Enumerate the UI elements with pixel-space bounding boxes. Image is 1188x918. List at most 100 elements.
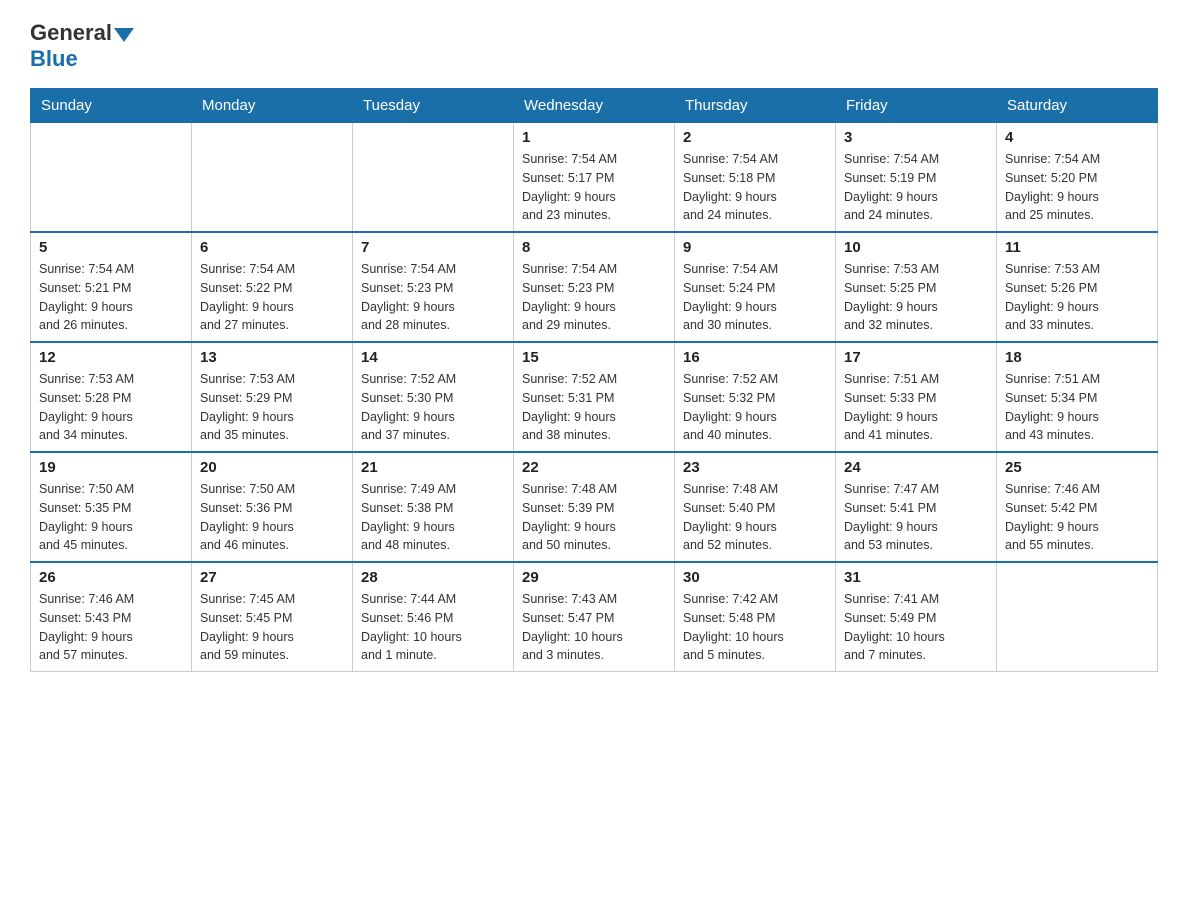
day-sun-info: Sunrise: 7:53 AMSunset: 5:26 PMDaylight:… bbox=[1005, 260, 1149, 335]
calendar-day-27: 27 Sunrise: 7:45 AMSunset: 5:45 PMDayligh… bbox=[192, 562, 353, 672]
calendar-week-row: 12Sunrise: 7:53 AMSunset: 5:28 PMDayligh… bbox=[31, 342, 1158, 452]
day-number: 31 bbox=[844, 569, 988, 586]
day-sun-info: Sunrise: 7:42 AMSunset: 5:48 PMDaylight:… bbox=[683, 590, 827, 665]
day-of-week-tuesday: Tuesday bbox=[353, 89, 514, 123]
day-number: 20 bbox=[200, 459, 344, 476]
calendar-week-row: 26 Sunrise: 7:46 AMSunset: 5:43 PMDayligh… bbox=[31, 562, 1158, 672]
calendar-day-26: 26 Sunrise: 7:46 AMSunset: 5:43 PMDayligh… bbox=[31, 562, 192, 672]
day-sun-info: Sunrise: 7:53 AMSunset: 5:29 PMDaylight:… bbox=[200, 370, 344, 445]
day-number: 14 bbox=[361, 349, 505, 366]
calendar-empty-cell bbox=[31, 123, 192, 233]
day-sun-info: Sunrise: 7:54 AMSunset: 5:20 PMDaylight:… bbox=[1005, 150, 1149, 225]
calendar-day-17: 17Sunrise: 7:51 AMSunset: 5:33 PMDayligh… bbox=[836, 342, 997, 452]
logo: General Blue bbox=[30, 20, 134, 72]
day-number: 21 bbox=[361, 459, 505, 476]
calendar-empty-cell bbox=[353, 123, 514, 233]
calendar-day-29: 29 Sunrise: 7:43 AMSunset: 5:47 PMDayligh… bbox=[514, 562, 675, 672]
day-of-week-wednesday: Wednesday bbox=[514, 89, 675, 123]
day-of-week-monday: Monday bbox=[192, 89, 353, 123]
day-sun-info: Sunrise: 7:52 AMSunset: 5:31 PMDaylight:… bbox=[522, 370, 666, 445]
day-sun-info: Sunrise: 7:52 AMSunset: 5:32 PMDaylight:… bbox=[683, 370, 827, 445]
calendar-week-row: 5Sunrise: 7:54 AMSunset: 5:21 PMDaylight… bbox=[31, 232, 1158, 342]
calendar-day-12: 12Sunrise: 7:53 AMSunset: 5:28 PMDayligh… bbox=[31, 342, 192, 452]
day-number: 25 bbox=[1005, 459, 1149, 476]
day-sun-info: Sunrise: 7:48 AMSunset: 5:40 PMDaylight:… bbox=[683, 480, 827, 555]
day-sun-info: Sunrise: 7:54 AMSunset: 5:22 PMDaylight:… bbox=[200, 260, 344, 335]
day-number: 9 bbox=[683, 239, 827, 256]
day-number: 17 bbox=[844, 349, 988, 366]
calendar-day-1: 1Sunrise: 7:54 AMSunset: 5:17 PMDaylight… bbox=[514, 123, 675, 233]
day-number: 24 bbox=[844, 459, 988, 476]
calendar-empty-cell bbox=[192, 123, 353, 233]
calendar-day-25: 25 Sunrise: 7:46 AMSunset: 5:42 PMDayligh… bbox=[997, 452, 1158, 562]
day-of-week-sunday: Sunday bbox=[31, 89, 192, 123]
day-of-week-friday: Friday bbox=[836, 89, 997, 123]
day-sun-info: Sunrise: 7:50 AMSunset: 5:35 PMDaylight:… bbox=[39, 480, 183, 555]
calendar-day-7: 7 Sunrise: 7:54 AMSunset: 5:23 PMDaylight… bbox=[353, 232, 514, 342]
calendar-day-11: 11 Sunrise: 7:53 AMSunset: 5:26 PMDayligh… bbox=[997, 232, 1158, 342]
day-number: 3 bbox=[844, 129, 988, 146]
day-sun-info: Sunrise: 7:44 AMSunset: 5:46 PMDaylight:… bbox=[361, 590, 505, 665]
calendar-day-20: 20 Sunrise: 7:50 AMSunset: 5:36 PMDayligh… bbox=[192, 452, 353, 562]
day-number: 4 bbox=[1005, 129, 1149, 146]
calendar-day-19: 19 Sunrise: 7:50 AMSunset: 5:35 PMDayligh… bbox=[31, 452, 192, 562]
calendar-day-21: 21 Sunrise: 7:49 AMSunset: 5:38 PMDayligh… bbox=[353, 452, 514, 562]
calendar-day-4: 4 Sunrise: 7:54 AMSunset: 5:20 PMDaylight… bbox=[997, 123, 1158, 233]
day-sun-info: Sunrise: 7:43 AMSunset: 5:47 PMDaylight:… bbox=[522, 590, 666, 665]
day-sun-info: Sunrise: 7:48 AMSunset: 5:39 PMDaylight:… bbox=[522, 480, 666, 555]
day-sun-info: Sunrise: 7:46 AMSunset: 5:43 PMDaylight:… bbox=[39, 590, 183, 665]
day-sun-info: Sunrise: 7:53 AMSunset: 5:25 PMDaylight:… bbox=[844, 260, 988, 335]
calendar-day-10: 10 Sunrise: 7:53 AMSunset: 5:25 PMDayligh… bbox=[836, 232, 997, 342]
calendar-day-8: 8 Sunrise: 7:54 AMSunset: 5:23 PMDaylight… bbox=[514, 232, 675, 342]
day-number: 10 bbox=[844, 239, 988, 256]
calendar-week-row: 19 Sunrise: 7:50 AMSunset: 5:35 PMDayligh… bbox=[31, 452, 1158, 562]
day-number: 13 bbox=[200, 349, 344, 366]
day-number: 27 bbox=[200, 569, 344, 586]
day-number: 16 bbox=[683, 349, 827, 366]
calendar-week-row: 1Sunrise: 7:54 AMSunset: 5:17 PMDaylight… bbox=[31, 123, 1158, 233]
logo-general: General bbox=[30, 20, 112, 46]
calendar-day-6: 6 Sunrise: 7:54 AMSunset: 5:22 PMDaylight… bbox=[192, 232, 353, 342]
calendar-day-13: 13 Sunrise: 7:53 AMSunset: 5:29 PMDayligh… bbox=[192, 342, 353, 452]
day-sun-info: Sunrise: 7:54 AMSunset: 5:23 PMDaylight:… bbox=[522, 260, 666, 335]
day-sun-info: Sunrise: 7:46 AMSunset: 5:42 PMDaylight:… bbox=[1005, 480, 1149, 555]
day-of-week-saturday: Saturday bbox=[997, 89, 1158, 123]
day-number: 29 bbox=[522, 569, 666, 586]
calendar-table: SundayMondayTuesdayWednesdayThursdayFrid… bbox=[30, 88, 1158, 672]
calendar-day-24: 24 Sunrise: 7:47 AMSunset: 5:41 PMDayligh… bbox=[836, 452, 997, 562]
day-sun-info: Sunrise: 7:54 AMSunset: 5:23 PMDaylight:… bbox=[361, 260, 505, 335]
calendar-day-31: 31Sunrise: 7:41 AMSunset: 5:49 PMDayligh… bbox=[836, 562, 997, 672]
calendar-day-14: 14 Sunrise: 7:52 AMSunset: 5:30 PMDayligh… bbox=[353, 342, 514, 452]
day-number: 26 bbox=[39, 569, 183, 586]
logo-arrow-icon bbox=[114, 28, 134, 42]
day-number: 1 bbox=[522, 129, 666, 146]
day-number: 11 bbox=[1005, 239, 1149, 256]
day-number: 2 bbox=[683, 129, 827, 146]
day-sun-info: Sunrise: 7:52 AMSunset: 5:30 PMDaylight:… bbox=[361, 370, 505, 445]
calendar-day-15: 15 Sunrise: 7:52 AMSunset: 5:31 PMDayligh… bbox=[514, 342, 675, 452]
calendar-day-22: 22Sunrise: 7:48 AMSunset: 5:39 PMDayligh… bbox=[514, 452, 675, 562]
day-number: 8 bbox=[522, 239, 666, 256]
calendar-day-2: 2Sunrise: 7:54 AMSunset: 5:18 PMDaylight… bbox=[675, 123, 836, 233]
calendar-day-28: 28Sunrise: 7:44 AMSunset: 5:46 PMDayligh… bbox=[353, 562, 514, 672]
logo-blue: Blue bbox=[30, 46, 134, 72]
day-number: 19 bbox=[39, 459, 183, 476]
calendar-empty-cell bbox=[997, 562, 1158, 672]
day-sun-info: Sunrise: 7:54 AMSunset: 5:21 PMDaylight:… bbox=[39, 260, 183, 335]
day-sun-info: Sunrise: 7:50 AMSunset: 5:36 PMDaylight:… bbox=[200, 480, 344, 555]
day-number: 7 bbox=[361, 239, 505, 256]
day-sun-info: Sunrise: 7:49 AMSunset: 5:38 PMDaylight:… bbox=[361, 480, 505, 555]
day-sun-info: Sunrise: 7:47 AMSunset: 5:41 PMDaylight:… bbox=[844, 480, 988, 555]
day-sun-info: Sunrise: 7:53 AMSunset: 5:28 PMDaylight:… bbox=[39, 370, 183, 445]
day-number: 15 bbox=[522, 349, 666, 366]
calendar-day-30: 30 Sunrise: 7:42 AMSunset: 5:48 PMDayligh… bbox=[675, 562, 836, 672]
day-of-week-thursday: Thursday bbox=[675, 89, 836, 123]
day-number: 23 bbox=[683, 459, 827, 476]
day-sun-info: Sunrise: 7:54 AMSunset: 5:24 PMDaylight:… bbox=[683, 260, 827, 335]
day-sun-info: Sunrise: 7:45 AMSunset: 5:45 PMDaylight:… bbox=[200, 590, 344, 665]
day-number: 30 bbox=[683, 569, 827, 586]
page-header: General Blue bbox=[30, 20, 1158, 72]
day-number: 6 bbox=[200, 239, 344, 256]
day-sun-info: Sunrise: 7:51 AMSunset: 5:34 PMDaylight:… bbox=[1005, 370, 1149, 445]
calendar-day-23: 23 Sunrise: 7:48 AMSunset: 5:40 PMDayligh… bbox=[675, 452, 836, 562]
